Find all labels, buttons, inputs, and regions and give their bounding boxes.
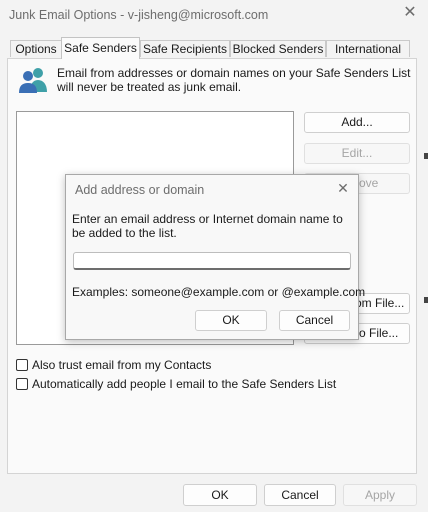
edit-button[interactable]: Edit... xyxy=(304,143,410,164)
background-window-mark xyxy=(424,153,428,159)
apply-button[interactable]: Apply xyxy=(343,484,417,506)
window-title: Junk Email Options - v-jisheng@microsoft… xyxy=(9,8,269,22)
add-button[interactable]: Add... xyxy=(304,112,410,133)
tab-safe-recipients[interactable]: Safe Recipients xyxy=(140,40,230,57)
dialog-prompt: Enter an email address or Internet domai… xyxy=(72,212,343,240)
add-address-dialog: Add address or domain ✕ Enter an email a… xyxy=(65,174,365,340)
tab-blocked-senders[interactable]: Blocked Senders xyxy=(230,40,326,57)
cancel-button[interactable]: Cancel xyxy=(264,484,336,506)
auto-add-label: Automatically add people I email to the … xyxy=(32,377,337,391)
ok-button[interactable]: OK xyxy=(183,484,257,506)
trust-contacts-label: Also trust email from my Contacts xyxy=(32,358,212,372)
dialog-close-icon[interactable]: ✕ xyxy=(336,181,350,195)
address-input[interactable] xyxy=(73,252,351,270)
tab-options[interactable]: Options xyxy=(10,40,62,57)
dialog-cancel-button[interactable]: Cancel xyxy=(279,310,350,331)
tab-safe-senders[interactable]: Safe Senders xyxy=(61,37,140,59)
dialog-title: Add address or domain xyxy=(75,183,205,197)
dialog-ok-button[interactable]: OK xyxy=(195,310,267,331)
trust-contacts-checkbox[interactable] xyxy=(16,359,28,371)
dialog-examples: Examples: someone@example.com or @exampl… xyxy=(72,285,366,299)
tab-international[interactable]: International xyxy=(326,40,410,57)
info-text: Email from addresses or domain names on … xyxy=(57,66,411,94)
close-icon[interactable]: ✕ xyxy=(402,5,418,21)
background-window-mark xyxy=(424,297,428,303)
auto-add-checkbox[interactable] xyxy=(16,378,28,390)
people-icon xyxy=(19,68,47,93)
